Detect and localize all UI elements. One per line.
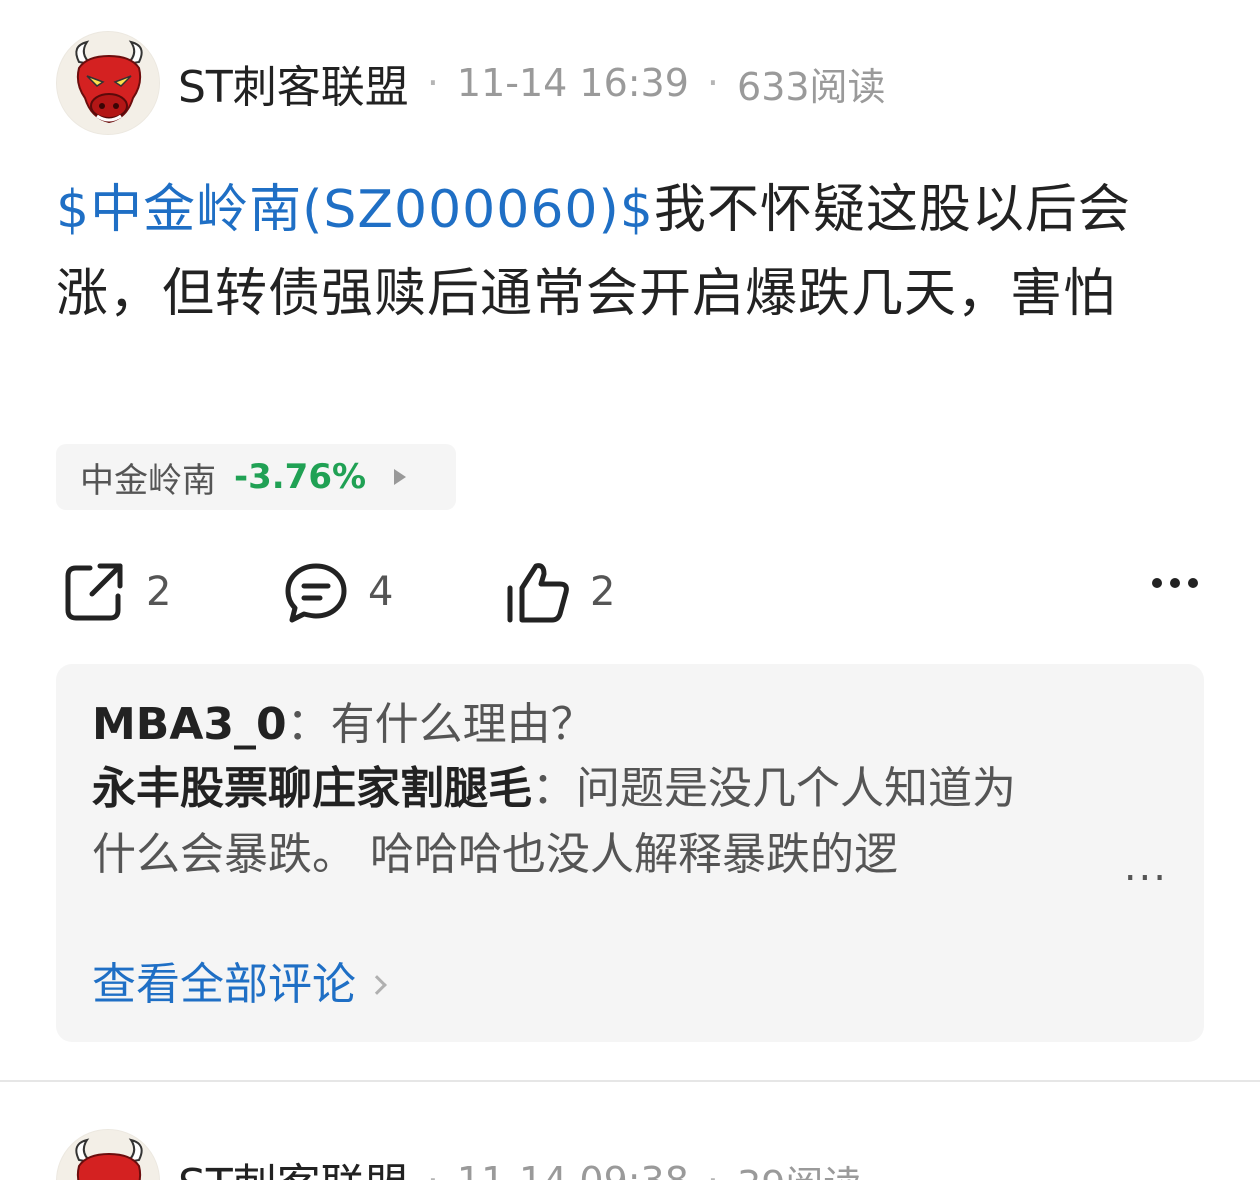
truncation-ellipsis: ... bbox=[1123, 844, 1168, 890]
post-meta: · 11-14 16:39 · 633阅读 bbox=[409, 56, 886, 111]
comment-text: 有什么理由？ bbox=[330, 699, 595, 750]
comment-item[interactable]: MBA3_0：有什么理由？ bbox=[92, 690, 595, 760]
comment-text: 问题是没几个人知道为 bbox=[576, 763, 1016, 814]
stock-change: -3.76% bbox=[234, 457, 367, 497]
share-icon bbox=[65, 563, 123, 621]
comment-item[interactable]: 永丰股票聊庄家割腿毛：问题是没几个人知道为 bbox=[92, 754, 1152, 824]
stock-quote-chip[interactable]: 中金岭南 -3.76% bbox=[56, 444, 456, 510]
more-dot bbox=[1152, 578, 1162, 588]
more-dot bbox=[1170, 578, 1180, 588]
like-count: 2 bbox=[590, 569, 616, 615]
more-dot bbox=[1188, 578, 1198, 588]
action-bar: 2 4 2 bbox=[56, 556, 1206, 628]
meta-separator: · bbox=[707, 1159, 719, 1180]
stock-name: 中金岭南 bbox=[80, 460, 216, 501]
post-date: 11-14 16:39 bbox=[456, 61, 689, 105]
like-icon bbox=[507, 563, 569, 623]
comment-user[interactable]: 永丰股票聊庄家割腿毛 bbox=[92, 763, 532, 814]
post-divider bbox=[0, 1080, 1260, 1082]
post-header: ST刺客联盟 · 11-14 16:39 · 633阅读 bbox=[56, 30, 886, 136]
post-meta: · 11-14 09:38 · 39阅读 bbox=[409, 1154, 862, 1180]
comment-user[interactable]: MBA3_0 bbox=[92, 699, 287, 750]
share-button[interactable]: 2 bbox=[60, 556, 171, 628]
stock-tag-link[interactable]: $中金岭南(SZ000060)$ bbox=[56, 180, 654, 240]
meta-separator: · bbox=[427, 1159, 439, 1180]
author-name[interactable]: ST刺客联盟 bbox=[178, 1149, 409, 1180]
view-all-comments-link[interactable]: 查看全部评论 bbox=[92, 950, 387, 1020]
comments-preview[interactable]: MBA3_0：有什么理由？ 永丰股票聊庄家割腿毛：问题是没几个人知道为 什么会暴… bbox=[56, 664, 1204, 1042]
read-count: 39阅读 bbox=[737, 1154, 861, 1180]
comment-icon bbox=[285, 563, 347, 623]
read-count: 633阅读 bbox=[737, 64, 886, 109]
more-icon[interactable] bbox=[1152, 578, 1198, 588]
comment-text-continued: 什么会暴跌。 哈哈哈也没人解释暴跌的逻 bbox=[92, 829, 898, 880]
bull-avatar-icon[interactable] bbox=[56, 1129, 160, 1180]
view-all-label: 查看全部评论 bbox=[92, 959, 356, 1010]
share-count: 2 bbox=[146, 569, 172, 615]
comment-sep: ： bbox=[532, 763, 576, 814]
post-date: 11-14 09:38 bbox=[457, 1159, 689, 1180]
feed: ST刺客联盟 · 11-14 16:39 · 633阅读 $中金岭南(SZ000… bbox=[0, 0, 1260, 1180]
meta-separator: · bbox=[706, 61, 720, 105]
post-body[interactable]: $中金岭南(SZ000060)$我不怀疑这股以后会涨，但转债强赎后通常会开启爆跌… bbox=[56, 168, 1206, 336]
chevron-right-icon bbox=[367, 975, 387, 995]
author-name[interactable]: ST刺客联盟 bbox=[178, 51, 409, 115]
play-arrow-icon bbox=[394, 469, 407, 485]
like-button[interactable]: 2 bbox=[504, 556, 615, 628]
next-post-header: ST刺客联盟 · 11-14 09:38 · 39阅读 bbox=[56, 1128, 861, 1180]
comment-button[interactable]: 4 bbox=[282, 556, 393, 628]
meta-separator: · bbox=[426, 61, 439, 105]
comment-sep: ： bbox=[286, 699, 331, 750]
comment-count: 4 bbox=[368, 569, 394, 615]
bull-avatar-icon[interactable] bbox=[56, 31, 160, 135]
